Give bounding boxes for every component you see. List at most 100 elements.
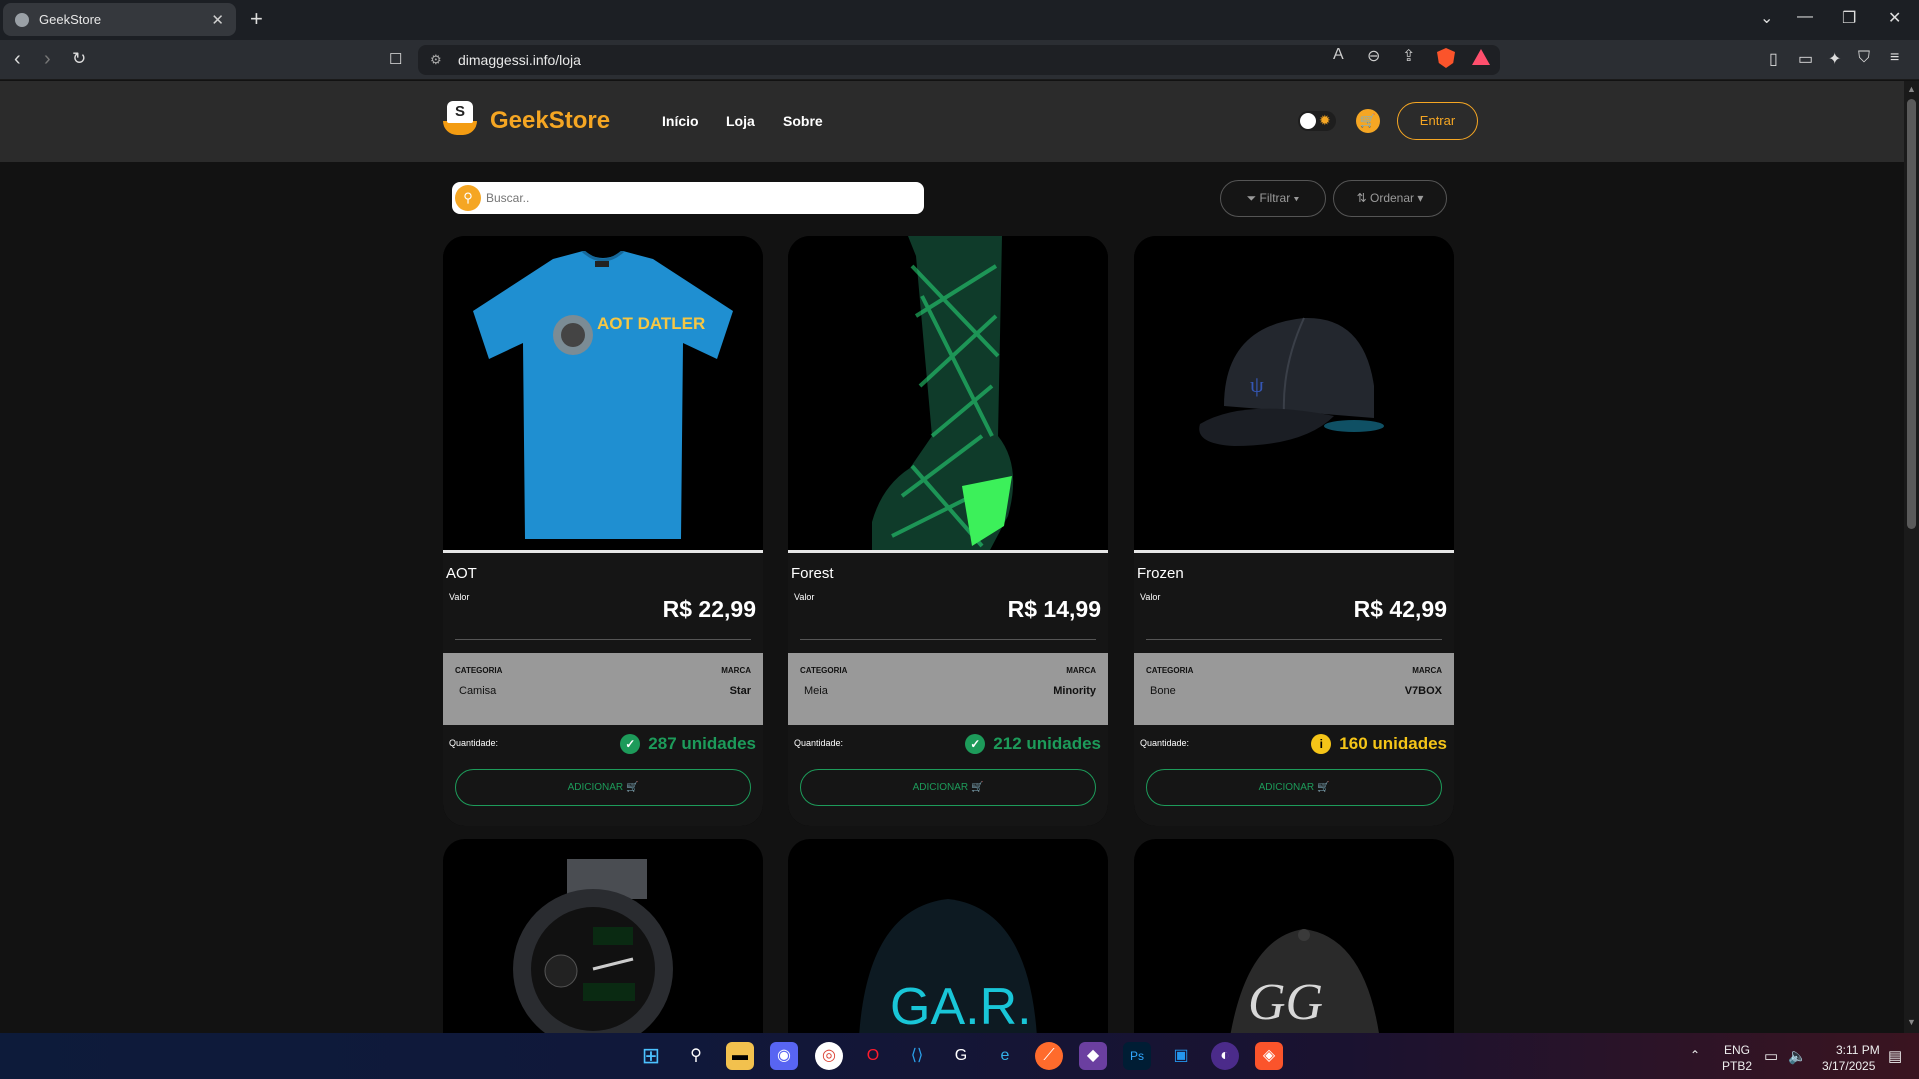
add-to-cart-button[interactable]: ADICIONAR 🛒 bbox=[455, 769, 751, 806]
info-circle-icon: i bbox=[1311, 734, 1332, 754]
browser-tab[interactable]: GeekStore ✕ bbox=[3, 3, 236, 36]
network-icon[interactable]: ▭ bbox=[1764, 1047, 1778, 1065]
photoshop-icon[interactable]: Ps bbox=[1123, 1042, 1151, 1070]
volume-icon[interactable]: 🔈 bbox=[1788, 1047, 1807, 1065]
vpn-icon[interactable]: ⛉ bbox=[1858, 49, 1870, 67]
logo[interactable]: S bbox=[443, 101, 477, 137]
new-tab-icon[interactable]: + bbox=[250, 6, 263, 32]
value-label: Valor bbox=[1140, 592, 1161, 602]
site-info-icon[interactable]: ⚙ bbox=[430, 52, 442, 68]
menu-icon[interactable]: ≡ bbox=[1890, 49, 1899, 67]
login-button[interactable]: Entrar bbox=[1397, 102, 1478, 140]
app-icon[interactable]: ◐ bbox=[1211, 1042, 1239, 1070]
reload-icon[interactable]: ↻ bbox=[72, 49, 86, 69]
cart-icon: 🛒 bbox=[1316, 782, 1330, 793]
watch-image[interactable] bbox=[503, 859, 703, 1033]
cart-icon[interactable]: 🛒 bbox=[1356, 109, 1380, 133]
cart-icon: 🛒 bbox=[970, 782, 984, 793]
scroll-thumb[interactable] bbox=[1907, 99, 1916, 529]
windows-start-icon[interactable]: ⊞ bbox=[637, 1042, 665, 1070]
product-name: AOT bbox=[446, 565, 477, 582]
quantity-label: Quantidade: bbox=[794, 738, 844, 748]
check-circle-icon: ✓ bbox=[620, 734, 641, 754]
scrollbar[interactable]: ▲ ▼ bbox=[1904, 81, 1919, 1033]
brave-icon[interactable]: ◈ bbox=[1255, 1042, 1283, 1070]
neon-cap-image[interactable]: GA.R. bbox=[828, 869, 1068, 1033]
restore-icon[interactable]: ❐ bbox=[1842, 8, 1856, 28]
add-to-cart-button[interactable]: ADICIONAR 🛒 bbox=[1146, 769, 1442, 806]
category-panel: CATEGORIA MARCA Bone V7BOX bbox=[1134, 653, 1454, 725]
leo-ai-icon[interactable]: ✦ bbox=[1828, 49, 1841, 69]
zoom-icon[interactable]: ⊖ bbox=[1367, 46, 1380, 66]
tab-title: GeekStore bbox=[39, 12, 102, 27]
file-explorer-icon[interactable]: ▬ bbox=[726, 1042, 754, 1070]
tab-search-icon[interactable]: ⌄ bbox=[1760, 8, 1773, 28]
wallet-icon[interactable]: ▭ bbox=[1798, 49, 1813, 69]
product-image[interactable] bbox=[788, 236, 1108, 550]
add-to-cart-button[interactable]: ADICIONAR 🛒 bbox=[800, 769, 1096, 806]
svg-text:AOT DATLER: AOT DATLER bbox=[597, 314, 705, 333]
docker-icon[interactable]: ▣ bbox=[1167, 1042, 1195, 1070]
brand-label: MARCA bbox=[1412, 666, 1442, 675]
clock-date[interactable]: 3/17/2025 bbox=[1822, 1059, 1875, 1073]
address-toolbar: ‹ › ↻ ☐ ⚙ dimaggessi.info/loja A ⊖ ⇪ ▯ ▭… bbox=[0, 40, 1919, 80]
app-icon[interactable]: ⟋ bbox=[1035, 1042, 1063, 1070]
minimize-icon[interactable]: — bbox=[1797, 8, 1813, 26]
bookmark-icon[interactable]: ☐ bbox=[389, 50, 402, 68]
filter-button[interactable]: ⏷ Filtrar ▾ bbox=[1220, 180, 1326, 217]
search-input[interactable] bbox=[486, 188, 906, 208]
nav-link-inicio[interactable]: Início bbox=[662, 113, 699, 129]
close-tab-icon[interactable]: ✕ bbox=[211, 11, 224, 29]
product-image[interactable]: AOT DATLER bbox=[443, 236, 763, 550]
sidebar-icon[interactable]: ▯ bbox=[1769, 49, 1778, 69]
edge-icon[interactable]: e bbox=[991, 1042, 1019, 1070]
language[interactable]: ENG bbox=[1724, 1043, 1750, 1057]
category-label: CATEGORIA bbox=[1146, 666, 1194, 675]
url-text: dimaggessi.info/loja bbox=[458, 52, 581, 68]
scroll-down-icon[interactable]: ▼ bbox=[1907, 1017, 1916, 1027]
forward-icon[interactable]: › bbox=[44, 48, 51, 71]
product-price: R$ 42,99 bbox=[1353, 596, 1447, 622]
gg-cap-image[interactable]: GG bbox=[1214, 919, 1394, 1033]
cart-icon: 🛒 bbox=[625, 782, 639, 793]
notification-icon[interactable]: ▤ bbox=[1888, 1047, 1902, 1065]
sun-icon: ✹ bbox=[1319, 112, 1331, 128]
visual-studio-icon[interactable]: ◆ bbox=[1079, 1042, 1107, 1070]
product-card: GG bbox=[1134, 839, 1454, 1033]
github-desktop-icon[interactable]: G bbox=[947, 1042, 975, 1070]
quantity-value: ✓ 212 unidades bbox=[965, 734, 1101, 754]
chevron-up-icon[interactable]: ⌃ bbox=[1690, 1048, 1700, 1062]
chrome-icon[interactable]: ◎ bbox=[815, 1042, 843, 1070]
quantity-label: Quantidade: bbox=[449, 738, 499, 748]
nav-link-sobre[interactable]: Sobre bbox=[783, 113, 823, 129]
category-label: CATEGORIA bbox=[800, 666, 848, 675]
sort-button[interactable]: ⇅ Ordenar ▾ bbox=[1333, 180, 1447, 217]
caret-down-icon: ▾ bbox=[1293, 191, 1300, 205]
search-bar: ⚲ bbox=[452, 182, 924, 214]
vscode-icon[interactable]: ⟨⟩ bbox=[903, 1042, 931, 1070]
product-card: Forest Valor R$ 14,99 CATEGORIA MARCA Me… bbox=[788, 236, 1108, 826]
keyboard-layout[interactable]: PTB2 bbox=[1722, 1059, 1752, 1073]
brave-rewards-icon[interactable] bbox=[1472, 49, 1490, 65]
product-card: GA.R. bbox=[788, 839, 1108, 1033]
back-icon[interactable]: ‹ bbox=[14, 48, 21, 71]
close-window-icon[interactable]: ✕ bbox=[1888, 8, 1901, 28]
scroll-up-icon[interactable]: ▲ bbox=[1907, 84, 1916, 94]
clock-time[interactable]: 3:11 PM bbox=[1836, 1043, 1880, 1057]
product-card: ψ Frozen Valor R$ 42,99 CATEGORIA MARCA … bbox=[1134, 236, 1454, 826]
svg-text:ψ: ψ bbox=[1250, 372, 1264, 397]
svg-text:GA.R.: GA.R. bbox=[890, 978, 1032, 1033]
brand-value: V7BOX bbox=[1404, 685, 1442, 697]
opera-icon[interactable]: O bbox=[859, 1042, 887, 1070]
translate-icon[interactable]: A bbox=[1333, 46, 1344, 64]
nav-link-loja[interactable]: Loja bbox=[726, 113, 755, 129]
category-panel: CATEGORIA MARCA Camisa Star bbox=[443, 653, 763, 725]
discord-icon[interactable]: ◉ bbox=[770, 1042, 798, 1070]
brand-name[interactable]: GeekStore bbox=[490, 107, 610, 135]
search-icon[interactable]: ⚲ bbox=[682, 1042, 710, 1070]
brand-value: Star bbox=[729, 685, 751, 697]
product-image[interactable]: ψ bbox=[1134, 236, 1454, 550]
theme-toggle[interactable]: ✹ bbox=[1298, 111, 1336, 131]
share-icon[interactable]: ⇪ bbox=[1402, 46, 1415, 66]
search-icon[interactable]: ⚲ bbox=[455, 185, 481, 211]
